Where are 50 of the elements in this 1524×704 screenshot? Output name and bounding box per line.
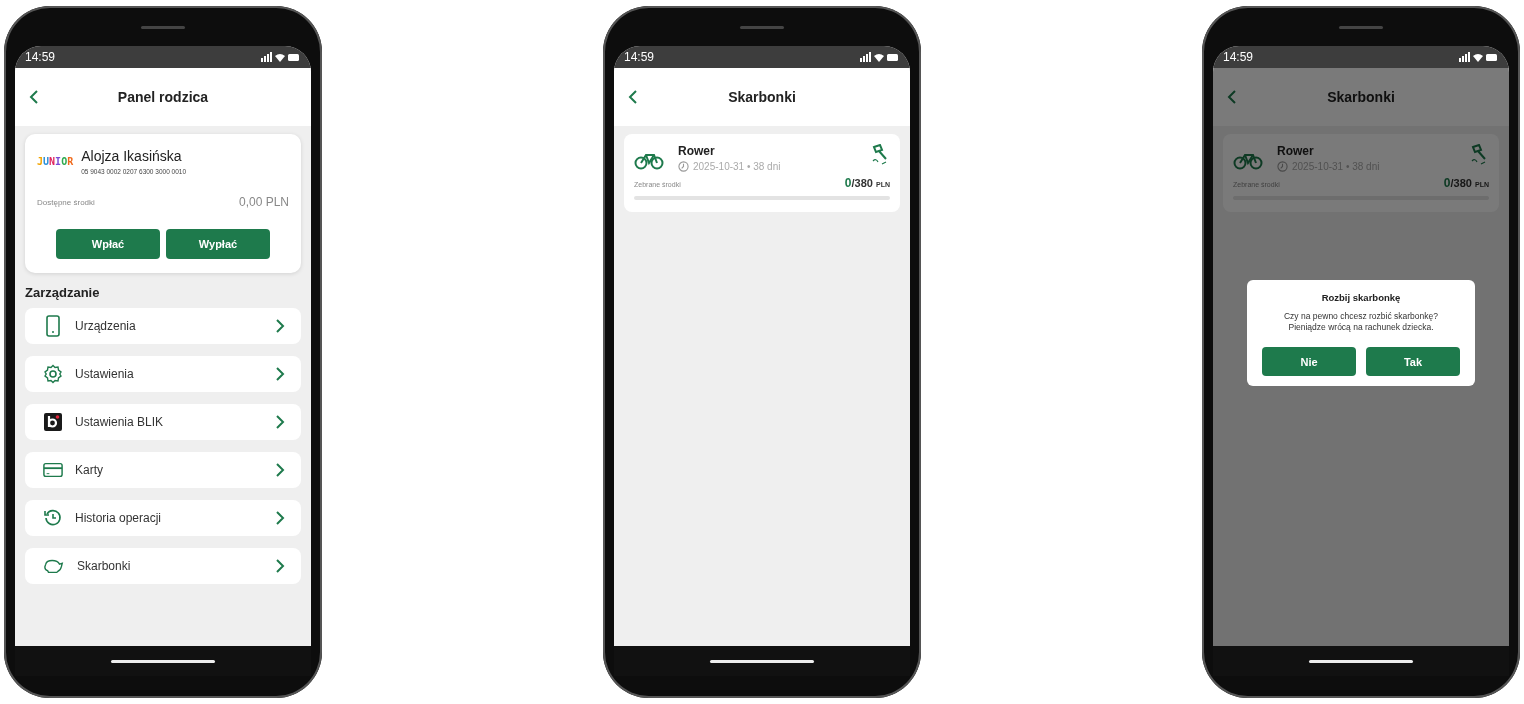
- section-title: Zarządzanie: [25, 285, 101, 300]
- smartphone-icon: [43, 315, 63, 337]
- settings-icon: [43, 363, 63, 385]
- back-icon[interactable]: [29, 90, 39, 104]
- hammer-icon[interactable]: [1469, 144, 1489, 166]
- screen-title: Panel rodzica: [117, 89, 209, 105]
- bicycle-icon: [634, 152, 664, 170]
- menu-item[interactable]: Ustawienia BLIK: [25, 404, 301, 440]
- chevron-right-icon: [275, 366, 285, 382]
- status-icons: [860, 52, 898, 62]
- status-icons: [1459, 52, 1497, 62]
- junior-logo: JUNIOR: [37, 156, 74, 167]
- action-button[interactable]: Wypłać: [166, 229, 270, 259]
- chevron-right-icon: [275, 414, 285, 430]
- status-icons: [261, 52, 299, 62]
- account-holder-name: Alojza Ikasińska: [81, 148, 183, 164]
- dialog-button[interactable]: Nie: [1262, 347, 1356, 377]
- screen-title: Skarbonki: [1327, 89, 1395, 105]
- goal-name: Rower: [1277, 144, 1315, 158]
- goal-date: 2025-10-31 • 38 dni: [693, 161, 781, 172]
- menu-item[interactable]: Skarbonki: [25, 548, 301, 584]
- back-icon[interactable]: [1227, 90, 1237, 104]
- blik-icon: [43, 411, 63, 433]
- menu-item[interactable]: Ustawienia: [25, 356, 301, 392]
- speaker-slot: [1339, 26, 1383, 29]
- chevron-right-icon: [275, 462, 285, 478]
- goal-name: Rower: [678, 144, 716, 158]
- menu-item[interactable]: Historia operacji: [25, 500, 301, 536]
- back-icon[interactable]: [628, 90, 638, 104]
- bicycle-icon: [1233, 152, 1263, 170]
- hammer-icon[interactable]: [870, 144, 890, 166]
- action-button[interactable]: Wpłać: [56, 229, 160, 259]
- status-time: 14:59: [1223, 50, 1254, 64]
- chevron-right-icon: [275, 318, 285, 334]
- balance-value: 0,00 PLN: [238, 195, 289, 209]
- speaker-slot: [141, 26, 185, 29]
- clock-icon: [1277, 161, 1288, 172]
- status-time: 14:59: [624, 50, 655, 64]
- balance-label: Dostępne środki: [37, 197, 95, 207]
- chevron-right-icon: [275, 510, 285, 526]
- screen-title: Skarbonki: [728, 89, 796, 105]
- menu-item[interactable]: Karty: [25, 452, 301, 488]
- dialog-message: Czy na pewno chcesz rozbić skarbonkę? Pieniądze wrócą na rachunek dziecka.: [1284, 311, 1438, 334]
- speaker-slot: [740, 26, 784, 29]
- menu-item[interactable]: Urządzenia: [25, 308, 301, 344]
- dialog-button[interactable]: Tak: [1366, 347, 1460, 377]
- clock-icon: [678, 161, 689, 172]
- dialog-title: Rozbij skarbonkę: [1321, 292, 1401, 303]
- status-time: 14:59: [25, 50, 56, 64]
- chevron-right-icon: [275, 558, 285, 574]
